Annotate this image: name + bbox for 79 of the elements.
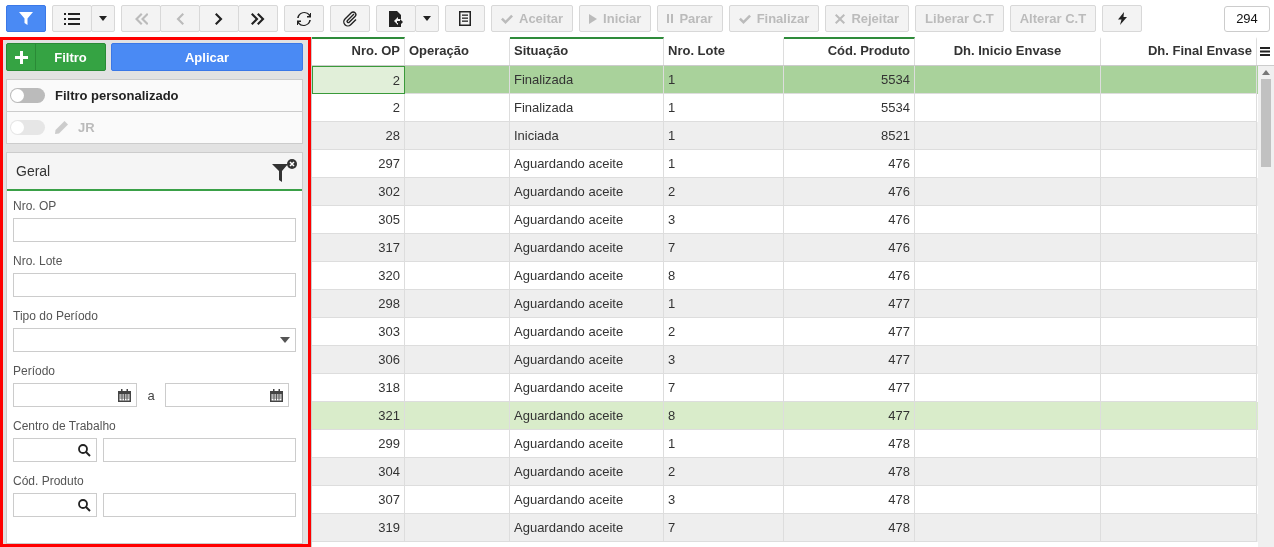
close-icon: [835, 13, 846, 24]
double-left-chevron-icon: [134, 12, 148, 25]
check-icon: [501, 13, 513, 24]
column-header[interactable]: Nro. Lote: [664, 37, 784, 65]
field-label: Nro. OP: [13, 199, 58, 213]
table-row[interactable]: 305 Aguardando aceite 3 476: [312, 206, 1258, 234]
table-cell: 2: [312, 66, 405, 94]
menu-icon[interactable]: [1260, 46, 1270, 56]
lookup-field[interactable]: [13, 438, 97, 462]
right-chevron-icon: [215, 12, 223, 25]
input-field[interactable]: [13, 273, 296, 297]
table-row[interactable]: 318 Aguardando aceite 7 477: [312, 374, 1258, 402]
table-row[interactable]: 317 Aguardando aceite 7 476: [312, 234, 1258, 262]
dropdown-field[interactable]: [13, 328, 296, 352]
input-field[interactable]: [103, 493, 296, 517]
check-icon: [738, 13, 751, 24]
input-field[interactable]: [103, 438, 296, 462]
table-row[interactable]: 307 Aguardando aceite 3 478: [312, 486, 1258, 514]
table-row[interactable]: 298 Aguardando aceite 1 477: [312, 290, 1258, 318]
table-row[interactable]: 303 Aguardando aceite 2 477: [312, 318, 1258, 346]
lookup-field[interactable]: [13, 493, 97, 517]
calendar-icon: [270, 388, 283, 402]
field-label: Nro. Lote: [13, 254, 64, 268]
left-chevron-icon: [176, 12, 184, 25]
play-icon: [589, 13, 598, 24]
caret-icon: [99, 16, 107, 21]
field-label: Tipo do Período: [13, 309, 99, 323]
scroll-thumb[interactable]: [1261, 79, 1271, 167]
pause-icon: [667, 14, 674, 23]
search-icon: [78, 443, 91, 457]
table-row[interactable]: 302 Aguardando aceite 2 476: [312, 178, 1258, 206]
refresh-icon: [297, 11, 311, 26]
document-list-icon: [459, 11, 471, 26]
table-row[interactable]: 28 Iniciada 1 8521: [312, 122, 1258, 150]
clear-filter-icon[interactable]: [272, 158, 298, 184]
table-cell: Aguardando aceite: [510, 514, 664, 542]
table-cell: 319: [312, 514, 405, 542]
filter-icon: [19, 11, 33, 26]
table-row[interactable]: 297 Aguardando aceite 1 476: [312, 150, 1258, 178]
lightning-icon: [1117, 12, 1127, 25]
field-label: Cód. Produto: [13, 474, 85, 488]
table-cell: 7: [664, 514, 784, 542]
table-row[interactable]: 321 Aguardando aceite 8 477: [312, 402, 1258, 430]
table-row[interactable]: 319 Aguardando aceite 7 478: [312, 514, 1258, 542]
caret-icon: [280, 337, 290, 343]
table-row[interactable]: 320 Aguardando aceite 8 476: [312, 262, 1258, 290]
input-field[interactable]: [13, 218, 296, 242]
up-arrow-icon: [1262, 70, 1270, 75]
list-icon: [64, 12, 80, 25]
column-header[interactable]: Dh. Final Envase: [1101, 37, 1257, 65]
table-row[interactable]: 306 Aguardando aceite 3 477: [312, 346, 1258, 374]
export-document-icon: [389, 10, 403, 27]
double-right-chevron-icon: [250, 12, 266, 25]
table-row[interactable]: 2 Finalizada 1 5534: [312, 94, 1258, 122]
plus-icon: [14, 50, 28, 64]
table-row[interactable]: 299 Aguardando aceite 1 478: [312, 430, 1258, 458]
record-count: 294: [1224, 5, 1270, 32]
section-title: Geral: [16, 163, 51, 179]
dropdown-button[interactable]: [91, 5, 115, 32]
scrollbar[interactable]: [1258, 66, 1274, 547]
search-icon: [78, 498, 91, 512]
date-field[interactable]: [13, 383, 137, 407]
field-label: Período: [13, 364, 57, 378]
table-cell: 478: [784, 514, 915, 542]
column-header[interactable]: Operação: [405, 37, 510, 65]
table-row[interactable]: 304 Aguardando aceite 2 478: [312, 458, 1258, 486]
toggle-label: Filtro personalizado: [55, 88, 179, 103]
date-field[interactable]: [165, 383, 289, 407]
pencil-icon: [55, 121, 68, 134]
caret-icon: [423, 16, 431, 21]
toggle-switch[interactable]: [10, 88, 45, 103]
dropdown-button[interactable]: [415, 5, 439, 32]
toggle-label: JR: [78, 120, 95, 135]
field-label: Centro de Trabalho: [13, 419, 117, 433]
paperclip-icon: [343, 10, 357, 27]
range-separator: a: [146, 387, 156, 403]
table-row[interactable]: 2 Finalizada 1 5534: [312, 66, 1258, 94]
column-header[interactable]: Dh. Inicio Envase: [915, 37, 1101, 65]
calendar-icon: [118, 388, 131, 402]
